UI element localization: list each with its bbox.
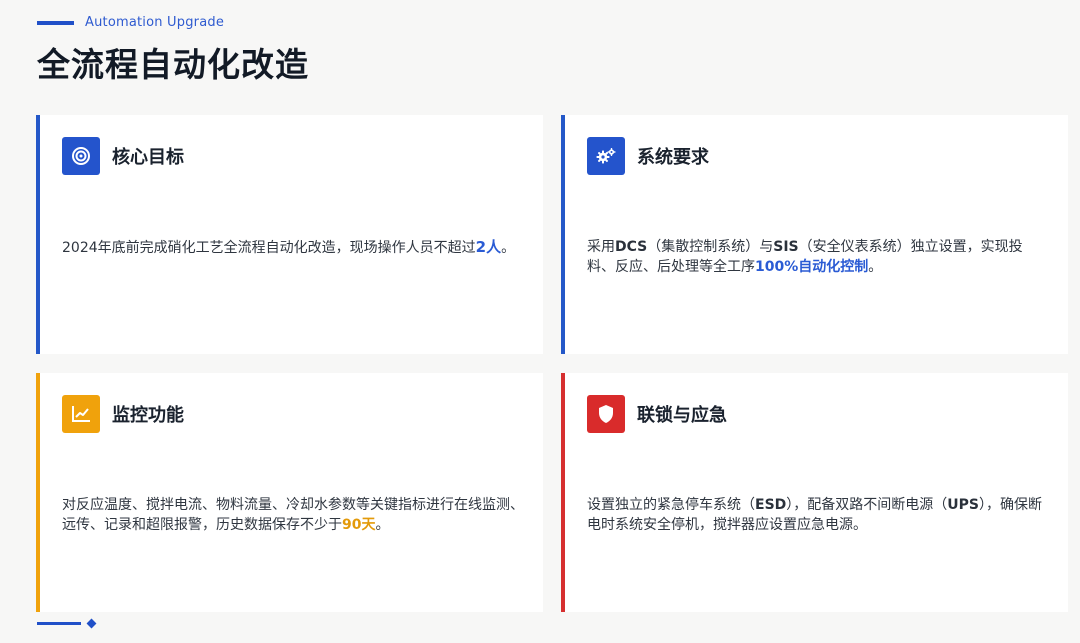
card-text: 设置独立的紧急停车系统（ <box>587 497 755 513</box>
shield-icon <box>587 395 625 433</box>
card-title: 联锁与应急 <box>637 405 727 426</box>
slide: Automation Upgrade 全流程自动化改造 核心目标 2024年底前… <box>0 0 1080 643</box>
eyebrow: Automation Upgrade <box>37 15 224 30</box>
eyebrow-text: Automation Upgrade <box>85 15 225 30</box>
card-title: 系统要求 <box>637 147 709 168</box>
chart-line-icon <box>62 395 100 433</box>
term-esd: ESD <box>755 497 787 513</box>
card-text: ），配备双路不间断电源（ <box>786 497 948 513</box>
term-ups: UPS <box>947 497 979 513</box>
card-body: 采用DCS（集散控制系统）与SIS（安全仪表系统）独立设置，实现投料、反应、后处… <box>587 237 1050 277</box>
card-body: 对反应温度、搅拌电流、物料流量、冷却水参数等关键指标进行在线监测、远传、记录和超… <box>62 495 525 535</box>
highlight-value: 2人 <box>475 238 502 256</box>
card-text: （集散控制系统）与 <box>647 239 774 255</box>
highlight-value: 100%自动化控制 <box>755 259 869 275</box>
card-body: 设置独立的紧急停车系统（ESD），配备双路不间断电源（UPS），确保断电时系统安… <box>587 495 1050 535</box>
card-header: 系统要求 <box>587 137 709 175</box>
footer-diamond <box>86 618 97 629</box>
card-text: 2024年底前完成硝化工艺全流程自动化改造，现场操作人员不超过 <box>62 240 476 256</box>
card-monitoring: 监控功能 对反应温度、搅拌电流、物料流量、冷却水参数等关键指标进行在线监测、远传… <box>36 373 543 612</box>
card-text-end: 。 <box>375 517 390 533</box>
eyebrow-accent-bar <box>37 20 74 25</box>
card-header: 核心目标 <box>62 137 184 175</box>
card-text-end: 。 <box>501 240 516 256</box>
gears-icon <box>587 137 625 175</box>
card-text: 采用 <box>587 239 615 255</box>
card-header: 监控功能 <box>62 395 184 433</box>
term-dcs: DCS <box>615 239 648 255</box>
card-body: 2024年底前完成硝化工艺全流程自动化改造，现场操作人员不超过2人。 <box>62 237 525 258</box>
card-text-end: 。 <box>868 259 883 275</box>
target-icon <box>62 137 100 175</box>
page-title: 全流程自动化改造 <box>37 45 309 84</box>
highlight-value: 90天 <box>342 517 376 533</box>
card-text: 对反应温度、搅拌电流、物料流量、冷却水参数等关键指标进行在线监测、远传、记录和超… <box>62 497 524 533</box>
card-header: 联锁与应急 <box>587 395 727 433</box>
card-core-goal: 核心目标 2024年底前完成硝化工艺全流程自动化改造，现场操作人员不超过2人。 <box>36 115 543 354</box>
card-interlock-emergency: 联锁与应急 设置独立的紧急停车系统（ESD），配备双路不间断电源（UPS），确保… <box>561 373 1068 612</box>
card-system-requirements: 系统要求 采用DCS（集散控制系统）与SIS（安全仪表系统）独立设置，实现投料、… <box>561 115 1068 354</box>
card-title: 核心目标 <box>112 147 184 168</box>
term-sis: SIS <box>773 239 799 255</box>
card-title: 监控功能 <box>112 405 184 426</box>
footer-accent-bar <box>37 622 81 625</box>
